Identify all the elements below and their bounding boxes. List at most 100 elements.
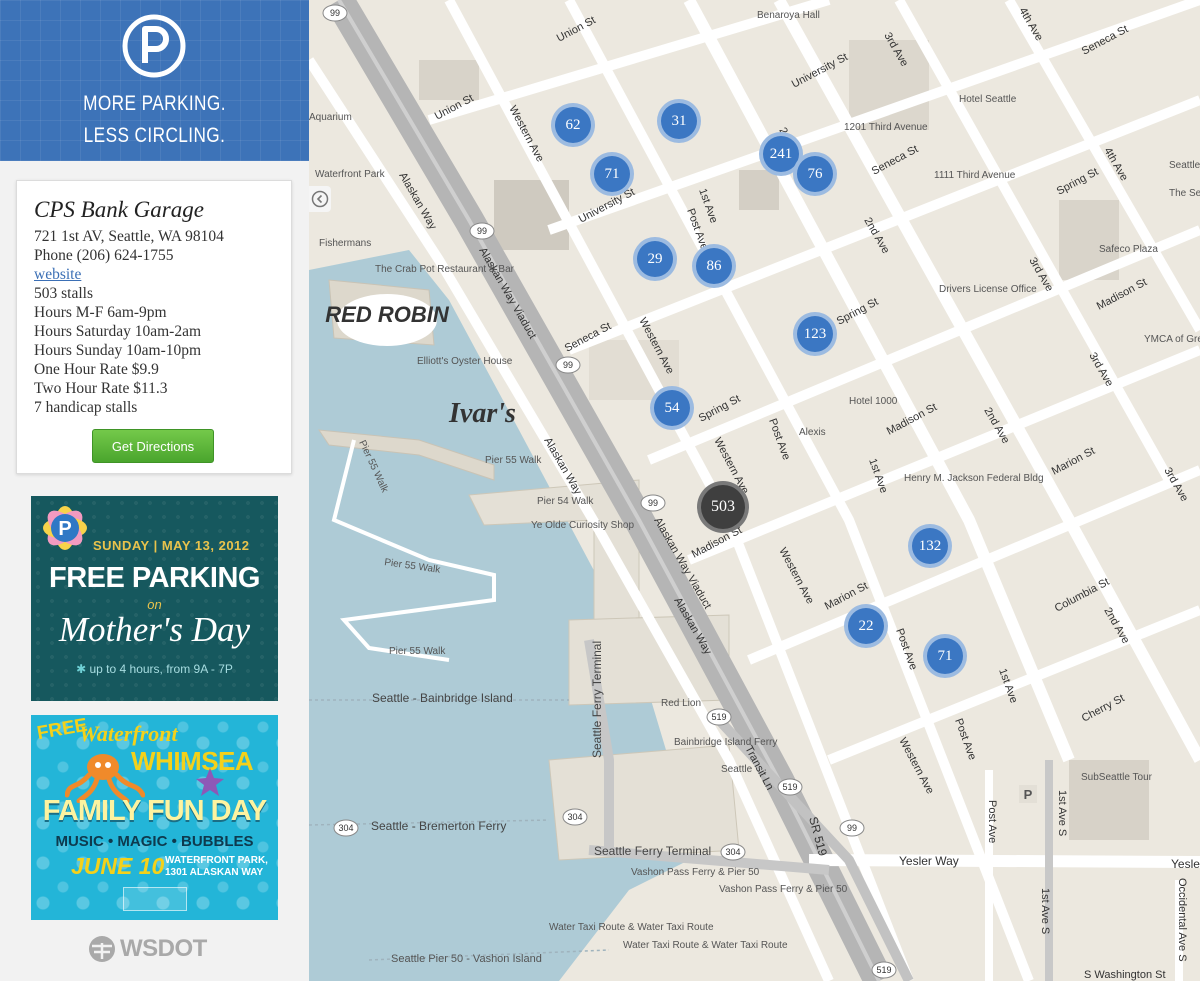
place-label: Hotel Seattle [959, 94, 1017, 105]
ad-title: Mother's Day [58, 610, 251, 649]
mothers-day-ad[interactable]: P SUNDAY | MAY 13, 2012 FREE PARKING on … [31, 496, 278, 701]
waterfront-whimsea-ad[interactable]: FREE Waterfront WHIMSEA FAMILY FUN DAY M… [31, 715, 278, 920]
tagline-line-1: MORE PARKING. [83, 92, 226, 115]
parking-marker-selected[interactable]: 503 [697, 481, 749, 533]
svg-text:P: P [1024, 787, 1033, 802]
highway-shield-icon: 99 [322, 4, 348, 22]
asterisk-icon: ✱ [76, 662, 90, 676]
svg-text:304: 304 [725, 847, 740, 857]
sponsor-logo [123, 887, 187, 911]
street-label: Post Ave [952, 717, 978, 762]
flower-logo-icon: P [43, 506, 87, 550]
parking-marker[interactable]: 76 [793, 152, 837, 196]
garage-one-hour-rate: One Hour Rate $9.9 [34, 361, 159, 378]
street-label: Alaskan Way [396, 171, 439, 233]
garage-website-link[interactable]: website [34, 266, 81, 284]
starfish-icon [196, 768, 224, 796]
wsdot-logo-text: WSDOT [120, 935, 207, 962]
highway-shield-icon: 99 [640, 494, 666, 512]
place-label: Pier 55 Walk [485, 455, 542, 466]
street-label: 1st Ave [996, 667, 1020, 705]
highway-shield-icon: 519 [777, 778, 803, 796]
wsdot-logo[interactable]: WSDOT [88, 933, 207, 965]
place-label: The Seattle Public Library [1169, 188, 1200, 199]
map-labels: Alaskan Way Alaskan Way Viaduct Alaskan … [309, 4, 1200, 981]
parking-marker[interactable]: 54 [650, 386, 694, 430]
street-label: Post Ave [893, 627, 919, 672]
place-label: Pier 54 Walk [537, 496, 594, 507]
place-label: Pier 55 Walk [384, 557, 442, 576]
street-label: Marion St [1050, 445, 1097, 478]
place-label: Benaroya Hall [757, 10, 820, 21]
highway-shield-icon: 304 [333, 819, 359, 837]
garage-stalls: 503 stalls [34, 285, 93, 302]
place-label: Water Taxi Route & Water Taxi Route [549, 922, 714, 933]
parking-marker[interactable]: 86 [692, 244, 736, 288]
parking-marker[interactable]: 123 [793, 312, 837, 356]
street-label: 1st Ave [866, 457, 890, 495]
street-label: Spring St [835, 296, 881, 328]
svg-text:519: 519 [711, 712, 726, 722]
street-label: SR 519 [806, 815, 830, 858]
place-label: Red Lion [661, 698, 701, 709]
map-canvas[interactable]: Alaskan Way Alaskan Way Viaduct Alaskan … [309, 0, 1200, 981]
ad2-place-1: WATERFRONT PARK, [165, 855, 268, 866]
tagline-line-2: LESS CIRCLING. [83, 124, 226, 147]
street-label: Post Ave [766, 417, 792, 462]
street-label: 2nd Ave [981, 406, 1011, 446]
parking-marker[interactable]: 31 [657, 99, 701, 143]
svg-text:519: 519 [782, 782, 797, 792]
garage-name: CPS Bank Garage [34, 197, 204, 222]
place-label: Seattle - Bainbridge Island [372, 691, 513, 705]
parking-marker[interactable]: 22 [844, 604, 888, 648]
place-label: Seattle Central Library [1169, 160, 1200, 171]
svg-text:304: 304 [567, 812, 582, 822]
place-label: 1201 Third Avenue [844, 122, 928, 133]
street-label: 3rd Ave [881, 31, 910, 69]
ad-headline: FREE PARKING [49, 562, 260, 594]
ivars-logo: Ivar's [448, 398, 516, 429]
wsdot-emblem-icon [89, 936, 115, 962]
get-directions-button[interactable]: Get Directions [92, 429, 214, 463]
parking-marker[interactable]: 71 [923, 634, 967, 678]
ad2-event: FAMILY FUN DAY [42, 795, 267, 827]
place-label: Seattle [721, 764, 753, 775]
red-robin-logo: RED ROBIN [325, 294, 450, 346]
place-label: Vashon Pass Ferry & Pier 50 [631, 867, 760, 878]
parking-marker[interactable]: 62 [551, 103, 595, 147]
svg-text:519: 519 [876, 965, 891, 975]
street-label: Occidental Ave S [1176, 878, 1188, 962]
street-label: Madison St [1095, 276, 1149, 312]
collapse-sidebar-button[interactable] [309, 186, 331, 212]
street-label: Western Ave [776, 546, 816, 606]
street-label: Union St [433, 92, 476, 122]
place-label: Water Taxi Route & Water Taxi Route [623, 940, 788, 951]
parking-marker[interactable]: 29 [633, 237, 677, 281]
svg-text:P: P [58, 518, 71, 540]
place-label: Seattle Ferry Terminal [590, 641, 604, 758]
street-label: 3rd Ave [1161, 466, 1190, 504]
place-label: Aquarium [309, 112, 352, 123]
parking-icon: P [1019, 785, 1037, 803]
street-label: Alaskan Way Viaduct [476, 246, 538, 341]
ad2-date: JUNE 10 [71, 853, 165, 879]
ad2-place-2: 1301 ALASKAN WAY [165, 867, 264, 878]
street-label: Cherry St [1080, 692, 1127, 724]
place-label: Vashon Pass Ferry & Pier 50 [719, 884, 848, 895]
svg-text:99: 99 [477, 226, 487, 236]
parking-marker[interactable]: 132 [908, 524, 952, 568]
parking-p-icon [122, 14, 186, 78]
street-label: Western Ave [896, 736, 936, 796]
garage-address: 721 1st AV, Seattle, WA 98104 [34, 228, 224, 245]
parking-logo-banner[interactable]: MORE PARKING. LESS CIRCLING. [0, 0, 309, 161]
highway-shield-icon: 304 [562, 808, 588, 826]
parking-marker[interactable]: 71 [590, 152, 634, 196]
garage-hours-weekday: Hours M-F 6am-9pm [34, 304, 167, 321]
street-label: Post Ave [986, 800, 998, 843]
ad2-title-1: Waterfront [79, 721, 178, 746]
garage-handicap-stalls: 7 handicap stalls [34, 399, 138, 416]
street-label: Columbia St [1053, 576, 1112, 615]
street-label: University St [790, 51, 850, 91]
street-label: Yesler Way [1171, 857, 1200, 871]
street-label: 2nd Ave [1101, 606, 1131, 646]
